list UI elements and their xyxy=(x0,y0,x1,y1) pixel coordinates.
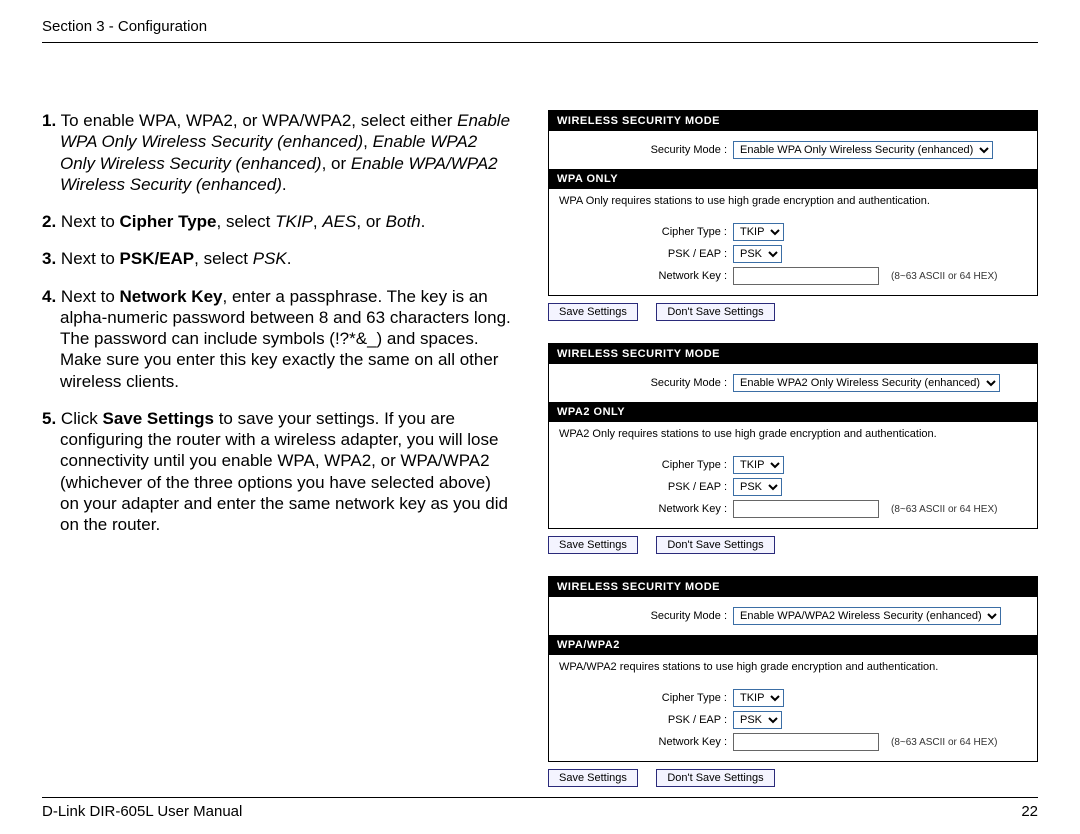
sep: , xyxy=(313,212,322,231)
page-number: 22 xyxy=(1021,803,1038,820)
option-aes: AES xyxy=(322,212,356,231)
label-security-mode: Security Mode : xyxy=(557,144,733,156)
text: , select xyxy=(217,212,276,231)
cipher-type-select[interactable]: TKIP xyxy=(733,689,784,707)
psk-eap-select[interactable]: PSK xyxy=(733,478,782,496)
text: Next to xyxy=(61,249,120,268)
label-cipher-type: Cipher Type : xyxy=(557,459,733,471)
desc-wpa2-only: WPA2 Only requires stations to use high … xyxy=(549,422,1037,446)
psk-eap-select[interactable]: PSK xyxy=(733,245,782,263)
key-hint: (8~63 ASCII or 64 HEX) xyxy=(891,504,997,515)
dot: . xyxy=(421,212,426,231)
step-num: 3. xyxy=(42,249,56,268)
bar-security-mode: WIRELESS SECURITY MODE xyxy=(549,111,1037,131)
option-psk: PSK xyxy=(253,249,287,268)
save-button[interactable]: Save Settings xyxy=(548,769,638,787)
label-psk-eap: PSK/EAP xyxy=(120,249,195,268)
step-num: 2. xyxy=(42,212,56,231)
section-header-text: Section 3 - Configuration xyxy=(42,18,207,35)
dot: . xyxy=(282,175,287,194)
content: 1. To enable WPA, WPA2, or WPA/WPA2, sel… xyxy=(42,110,1038,774)
step-3: 3. Next to PSK/EAP, select PSK. xyxy=(42,248,512,269)
button-row: Save Settings Don't Save Settings xyxy=(548,535,1038,554)
dot: . xyxy=(287,249,292,268)
step-num: 5. xyxy=(42,409,56,428)
key-hint: (8~63 ASCII or 64 HEX) xyxy=(891,271,997,282)
label-psk-eap: PSK / EAP : xyxy=(557,481,733,493)
sep: , or xyxy=(356,212,385,231)
bar-security-mode: WIRELESS SECURITY MODE xyxy=(549,577,1037,597)
label-cipher-type: Cipher Type : xyxy=(557,692,733,704)
label-save-settings: Save Settings xyxy=(102,409,214,428)
desc-wpa-only: WPA Only requires stations to use high g… xyxy=(549,189,1037,213)
bar-wpa-only: WPA ONLY xyxy=(549,169,1037,189)
bar-security-mode: WIRELESS SECURITY MODE xyxy=(549,344,1037,364)
label-security-mode: Security Mode : xyxy=(557,377,733,389)
network-key-input[interactable] xyxy=(733,267,879,285)
save-button[interactable]: Save Settings xyxy=(548,303,638,321)
panel-wpa-wpa2: WIRELESS SECURITY MODE Security Mode : E… xyxy=(548,576,1038,787)
step-5: 5. Click Save Settings to save your sett… xyxy=(42,408,512,536)
save-button[interactable]: Save Settings xyxy=(548,536,638,554)
network-key-input[interactable] xyxy=(733,500,879,518)
label-psk-eap: PSK / EAP : xyxy=(557,714,733,726)
step-2: 2. Next to Cipher Type, select TKIP, AES… xyxy=(42,211,512,232)
button-row: Save Settings Don't Save Settings xyxy=(548,302,1038,321)
security-mode-select[interactable]: Enable WPA/WPA2 Wireless Security (enhan… xyxy=(733,607,1001,625)
security-mode-select[interactable]: Enable WPA Only Wireless Security (enhan… xyxy=(733,141,993,159)
key-hint: (8~63 ASCII or 64 HEX) xyxy=(891,737,997,748)
panel-wpa2-only: WIRELESS SECURITY MODE Security Mode : E… xyxy=(548,343,1038,554)
bar-wpa-wpa2: WPA/WPA2 xyxy=(549,635,1037,655)
screenshot-column: WIRELESS SECURITY MODE Security Mode : E… xyxy=(548,110,1038,774)
text: Next to xyxy=(61,212,120,231)
footer-left: D-Link DIR-605L User Manual xyxy=(42,803,242,820)
sep: , xyxy=(363,132,372,151)
text: Next to xyxy=(61,287,120,306)
text: To enable WPA, WPA2, or WPA/WPA2, select… xyxy=(61,111,458,130)
label-psk-eap: PSK / EAP : xyxy=(557,248,733,260)
label-cipher-type: Cipher Type : xyxy=(557,226,733,238)
button-row: Save Settings Don't Save Settings xyxy=(548,768,1038,787)
option-both: Both xyxy=(386,212,421,231)
step-4: 4. Next to Network Key, enter a passphra… xyxy=(42,286,512,392)
option-tkip: TKIP xyxy=(275,212,313,231)
dont-save-button[interactable]: Don't Save Settings xyxy=(656,769,774,787)
label-network-key: Network Key : xyxy=(557,270,733,282)
label-security-mode: Security Mode : xyxy=(557,610,733,622)
label-cipher: Cipher Type xyxy=(120,212,217,231)
psk-eap-select[interactable]: PSK xyxy=(733,711,782,729)
footer: D-Link DIR-605L User Manual 22 xyxy=(42,797,1038,820)
security-mode-select[interactable]: Enable WPA2 Only Wireless Security (enha… xyxy=(733,374,1000,392)
instructions-column: 1. To enable WPA, WPA2, or WPA/WPA2, sel… xyxy=(42,110,512,774)
panel-wpa-only: WIRELESS SECURITY MODE Security Mode : E… xyxy=(548,110,1038,321)
label-network-key: Network Key : xyxy=(557,503,733,515)
step-num: 4. xyxy=(42,287,56,306)
network-key-input[interactable] xyxy=(733,733,879,751)
label-network-key: Network Key : xyxy=(557,736,733,748)
bar-wpa2-only: WPA2 ONLY xyxy=(549,402,1037,422)
step-1: 1. To enable WPA, WPA2, or WPA/WPA2, sel… xyxy=(42,110,512,195)
dont-save-button[interactable]: Don't Save Settings xyxy=(656,303,774,321)
label-network-key: Network Key xyxy=(120,287,223,306)
sep: , or xyxy=(322,154,351,173)
step-num: 1. xyxy=(42,111,56,130)
dont-save-button[interactable]: Don't Save Settings xyxy=(656,536,774,554)
text: Click xyxy=(61,409,103,428)
text: , select xyxy=(194,249,253,268)
cipher-type-select[interactable]: TKIP xyxy=(733,223,784,241)
header: Section 3 - Configuration xyxy=(42,18,1038,43)
cipher-type-select[interactable]: TKIP xyxy=(733,456,784,474)
desc-wpa-wpa2: WPA/WPA2 requires stations to use high g… xyxy=(549,655,1037,679)
